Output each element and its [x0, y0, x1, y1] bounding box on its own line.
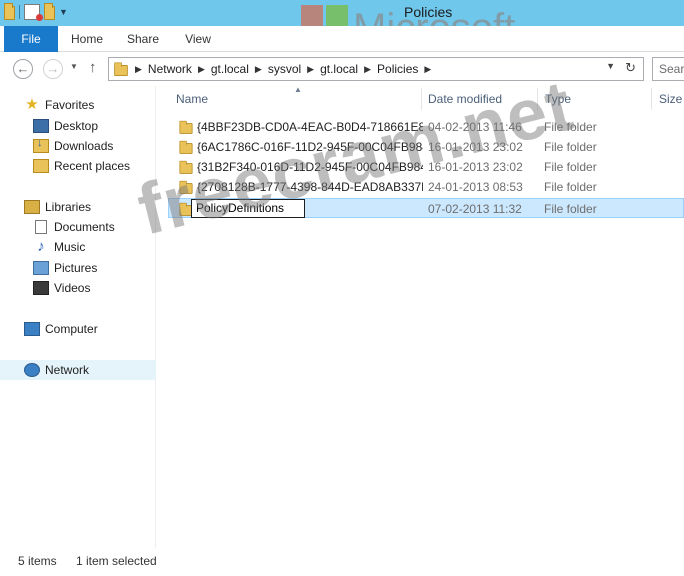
sidebar-item-videos[interactable]: Videos: [0, 278, 156, 298]
sidebar-item-documents[interactable]: Documents: [0, 217, 156, 237]
sidebar-item-label: Documents: [54, 220, 115, 234]
tab-share[interactable]: Share: [118, 26, 168, 52]
sidebar-item-label: Computer: [45, 322, 98, 336]
chevron-right-icon[interactable]: ▶: [198, 64, 205, 75]
up-button[interactable]: ↑: [89, 59, 97, 76]
libraries-icon: [24, 200, 40, 214]
pictures-icon: [33, 261, 49, 275]
sidebar-item-label: Favorites: [45, 98, 95, 112]
ribbon-tabs: File Home Share View: [0, 26, 684, 52]
sort-ascending-icon: ▲: [294, 85, 302, 94]
folder-icon: [179, 140, 193, 154]
file-date: 24-01-2013 08:53: [428, 180, 523, 194]
tab-home[interactable]: Home: [64, 26, 110, 52]
sidebar-item-label: Network: [45, 363, 90, 377]
sidebar-item-label: Downloads: [54, 139, 114, 153]
refresh-icon[interactable]: ↻: [625, 60, 636, 76]
folder-icon: [4, 3, 15, 20]
breadcrumb-domain-folder[interactable]: gt.local: [320, 62, 358, 76]
file-date: 07-02-2013 11:32: [428, 202, 522, 216]
downloads-icon: [33, 137, 49, 153]
recent-places-icon: [33, 159, 49, 173]
file-type: File folder: [544, 202, 597, 216]
search-input[interactable]: Sear: [652, 57, 684, 81]
new-folder-icon[interactable]: [44, 3, 55, 20]
status-bar: 5 items 1 item selected: [0, 548, 684, 576]
chevron-right-icon[interactable]: ▶: [424, 64, 431, 75]
documents-icon: [35, 220, 47, 234]
breadcrumb-network[interactable]: Network: [148, 62, 192, 76]
navigation-bar: ← → ▼ ↑ ▶ Network ▶ gt.local ▶ sysvol ▶ …: [0, 52, 684, 86]
network-icon: [24, 363, 40, 377]
music-icon: ♪: [37, 238, 45, 255]
sidebar-item-label: Desktop: [54, 119, 99, 133]
file-type: File folder: [544, 180, 597, 194]
navigation-pane: ★ Favorites Desktop Downloads Recent pla…: [0, 86, 156, 548]
sidebar-item-downloads[interactable]: Downloads: [0, 136, 156, 156]
customize-toolbar-icon[interactable]: ▼: [59, 7, 68, 17]
recent-locations-icon[interactable]: ▼: [70, 62, 78, 71]
breadcrumb-domain[interactable]: gt.local: [211, 62, 249, 76]
computer-icon: [24, 322, 40, 336]
back-button[interactable]: ←: [13, 59, 33, 79]
sidebar-item-desktop[interactable]: Desktop: [0, 116, 156, 136]
chevron-right-icon[interactable]: ▶: [307, 64, 314, 75]
quick-access-toolbar: ▼: [4, 3, 68, 21]
sidebar-item-label: Pictures: [54, 261, 98, 275]
folder-icon: [179, 120, 193, 134]
tab-view[interactable]: View: [176, 26, 220, 52]
star-icon: ★: [25, 96, 39, 113]
sidebar-item-label: Videos: [54, 281, 91, 295]
sidebar-item-label: Recent places: [54, 159, 131, 173]
chevron-right-icon[interactable]: ▶: [255, 64, 262, 75]
column-header-name[interactable]: Name: [176, 86, 208, 112]
file-type: File folder: [544, 160, 597, 174]
forward-button[interactable]: →: [43, 59, 63, 79]
selection-count: 1 item selected: [76, 554, 157, 568]
desktop-icon: [33, 119, 49, 133]
breadcrumb-policies[interactable]: Policies: [377, 62, 418, 76]
sidebar-item-libraries[interactable]: Libraries: [0, 197, 156, 217]
item-count: 5 items: [18, 554, 57, 568]
breadcrumb-sysvol[interactable]: sysvol: [268, 62, 301, 76]
folder-icon: [114, 62, 128, 77]
sidebar-item-favorites[interactable]: ★ Favorites: [0, 95, 156, 115]
sidebar-item-pictures[interactable]: Pictures: [0, 258, 156, 278]
sidebar-item-music[interactable]: ♪ Music: [0, 237, 156, 257]
column-header-size[interactable]: Size: [659, 86, 682, 112]
tab-file[interactable]: File: [4, 26, 58, 52]
column-divider[interactable]: [651, 88, 652, 110]
properties-icon[interactable]: [24, 4, 43, 21]
sidebar-item-label: Music: [54, 240, 86, 254]
chevron-right-icon[interactable]: ▶: [135, 64, 142, 75]
sidebar-item-computer[interactable]: Computer: [0, 319, 156, 339]
sidebar-item-label: Libraries: [45, 200, 92, 214]
chevron-right-icon[interactable]: ▶: [364, 64, 371, 75]
sidebar-item-network[interactable]: Network: [0, 360, 156, 380]
chevron-down-icon[interactable]: ▼: [606, 61, 615, 71]
toolbar-divider: [19, 5, 20, 19]
videos-icon: [33, 281, 49, 295]
